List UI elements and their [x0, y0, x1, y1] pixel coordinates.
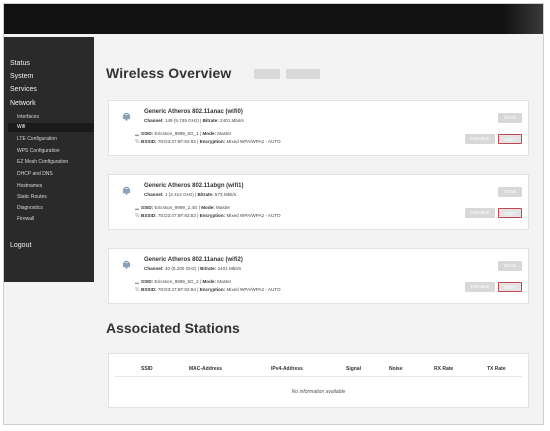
network-ssid-row: ▂ SSID: Ericsson_9999_2.4G | Mode: Master: [135, 205, 231, 211]
top-header-bar: [4, 4, 543, 34]
edit-button[interactable]: EDIT: [498, 282, 522, 292]
empty-table-message: No information available: [291, 389, 346, 395]
sidebar-item-network[interactable]: Network: [10, 100, 36, 107]
network-bssid-row: % BSSID: 78:D3:47:6F:82:82 | Encryption: …: [135, 139, 281, 145]
column-header-tx-rate: TX Rate: [487, 366, 506, 372]
wifi-radio-icon: [122, 260, 131, 269]
column-header-ssid: SSID: [141, 366, 153, 372]
device-name: Generic Atheros 802.11anac (wifi0): [144, 109, 243, 115]
header-action-button-2[interactable]: [286, 69, 320, 79]
associated-stations-table: SSID MAC-Address IPv4-Address Signal Noi…: [108, 353, 529, 408]
wifi-radio-icon: [122, 112, 131, 121]
column-header-mac-address: MAC-Address: [189, 366, 223, 372]
edit-button[interactable]: EDIT: [498, 134, 522, 144]
associated-stations-title: Associated Stations: [106, 320, 240, 336]
disable-button[interactable]: DISABLE: [465, 208, 495, 218]
sidebar-item-ez-mesh-configuration[interactable]: EZ Mesh Configuration: [17, 159, 68, 165]
main-content: Wireless Overview Generic Atheros 802.11…: [94, 37, 543, 424]
sidebar-item-lte-configuration[interactable]: LTE Configuration: [17, 136, 57, 142]
edit-button[interactable]: EDIT: [498, 208, 522, 218]
sidebar-item-diagnostics[interactable]: Diagnostics: [17, 205, 43, 211]
disable-button[interactable]: DISABLE: [465, 282, 495, 292]
device-channel-info: Channel: 40 (5.200 GHz) | Bitrate: 2401 …: [144, 266, 242, 271]
sidebar: Status System Services Network Interface…: [4, 37, 94, 282]
column-header-signal: Signal: [346, 366, 362, 372]
header-action-button-1[interactable]: [254, 69, 280, 79]
network-ssid-row: ▂ SSID: Ericsson_9999_5G_2 | Mode: Master: [135, 279, 232, 285]
disable-button[interactable]: DISABLE: [465, 134, 495, 144]
sidebar-item-dhcp-and-dns[interactable]: DHCP and DNS: [17, 171, 53, 177]
device-card-wifi1: Generic Atheros 802.11abgn (wifi1) Chann…: [108, 174, 529, 230]
device-card-wifi2: Generic Atheros 802.11anac (wifi2) Chann…: [108, 248, 529, 304]
network-bssid-row: % BSSID: 78:D3:47:6F:82:83 | Encryption: …: [135, 213, 281, 219]
device-name: Generic Atheros 802.11anac (wifi2): [144, 257, 243, 263]
column-header-ipv4-address: IPv4-Address: [271, 366, 303, 372]
sidebar-item-system[interactable]: System: [10, 73, 33, 80]
scan-button[interactable]: SCAN: [498, 113, 522, 123]
table-header-divider: [115, 376, 522, 377]
page-title: Wireless Overview: [106, 65, 232, 81]
sidebar-item-wps-configuration[interactable]: WPS Configuration: [17, 148, 60, 154]
sidebar-item-interfaces[interactable]: Interfaces: [17, 114, 39, 120]
sidebar-item-wifi[interactable]: Wifi: [8, 123, 94, 132]
logout-link[interactable]: Logout: [10, 242, 31, 249]
device-card-wifi0: Generic Atheros 802.11anac (wifi0) Chann…: [108, 100, 529, 156]
sidebar-item-status[interactable]: Status: [10, 60, 30, 67]
column-header-rx-rate: RX Rate: [434, 366, 454, 372]
device-channel-info: Channel: 1 (2.412 GHz) | Bitrate: 573 Mb…: [144, 192, 237, 197]
sidebar-item-services[interactable]: Services: [10, 86, 37, 93]
scan-button[interactable]: SCAN: [498, 187, 522, 197]
column-header-noise: Noise: [389, 366, 403, 372]
device-name: Generic Atheros 802.11abgn (wifi1): [144, 183, 244, 189]
browser-frame: Status System Services Network Interface…: [3, 3, 544, 425]
header-corner-shade: [503, 4, 543, 34]
network-bssid-row: % BSSID: 78:D3:47:6F:82:84 | Encryption: …: [135, 287, 281, 293]
network-ssid-row: ▂ SSID: Ericsson_9999_5G_1 | Mode: Master: [135, 131, 232, 137]
scan-button[interactable]: SCAN: [498, 261, 522, 271]
sidebar-item-static-routes[interactable]: Static Routes: [17, 194, 47, 200]
device-channel-info: Channel: 149 (5.745 GHz) | Bitrate: 2401…: [144, 118, 244, 123]
sidebar-item-firewall[interactable]: Firewall: [17, 216, 34, 222]
sidebar-item-hostnames[interactable]: Hostnames: [17, 183, 42, 189]
wifi-radio-icon: [122, 186, 131, 195]
